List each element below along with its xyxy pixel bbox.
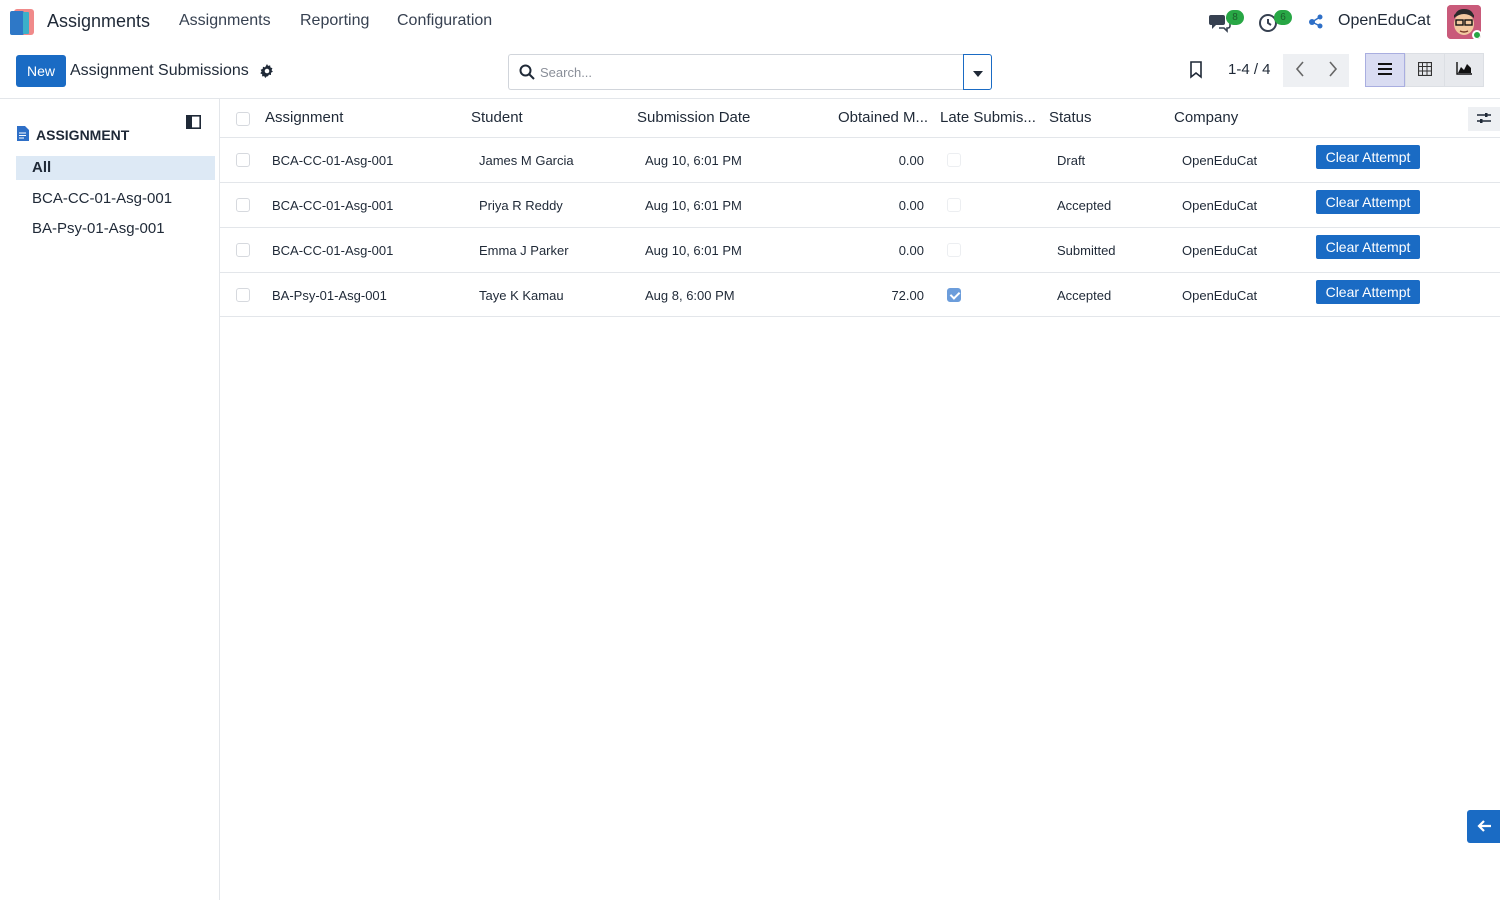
cell-obtained-marks: 0.00 bbox=[898, 243, 924, 258]
menu-configuration[interactable]: Configuration bbox=[397, 12, 492, 30]
new-button[interactable]: New bbox=[16, 55, 66, 87]
cell-assignment: BCA-CC-01-Asg-001 bbox=[272, 198, 394, 213]
search-input[interactable] bbox=[540, 62, 940, 82]
cell-company: OpenEduCat bbox=[1182, 198, 1258, 213]
list-icon bbox=[1378, 62, 1392, 78]
pager-previous-button[interactable] bbox=[1283, 54, 1316, 87]
late-submission-checkbox bbox=[947, 288, 961, 302]
messages-badge: 8 bbox=[1226, 10, 1244, 25]
chevron-left-icon bbox=[1295, 61, 1305, 80]
user-avatar[interactable] bbox=[1447, 5, 1481, 39]
search-icon bbox=[519, 64, 535, 83]
sidebar-heading-label: ASSIGNMENT bbox=[36, 127, 130, 143]
table-row[interactable]: BA-Psy-01-Asg-001 Taye K Kamau Aug 8, 6:… bbox=[220, 273, 1500, 317]
sidebar-item-ba-psy-01-asg-001[interactable]: BA-Psy-01-Asg-001 bbox=[16, 217, 215, 241]
cell-student: James M Garcia bbox=[479, 153, 574, 168]
menu-reporting[interactable]: Reporting bbox=[300, 12, 369, 30]
cell-company: OpenEduCat bbox=[1182, 153, 1258, 168]
company-switch-icon[interactable] bbox=[1306, 11, 1330, 35]
pivot-view-button[interactable] bbox=[1405, 53, 1445, 87]
column-student[interactable]: Student bbox=[471, 109, 523, 126]
column-obtained-marks[interactable]: Obtained M... bbox=[838, 109, 928, 126]
cell-assignment: BCA-CC-01-Asg-001 bbox=[272, 243, 394, 258]
cell-student: Emma J Parker bbox=[479, 243, 569, 258]
pager-value[interactable]: 1-4 / 4 bbox=[1228, 61, 1271, 78]
late-submission-checkbox bbox=[947, 198, 961, 212]
gear-icon[interactable] bbox=[260, 64, 274, 81]
column-late-submission[interactable]: Late Submis... bbox=[940, 109, 1036, 126]
clear-attempt-button[interactable]: Clear Attempt bbox=[1316, 280, 1420, 304]
late-submission-checkbox bbox=[947, 153, 961, 167]
column-submission-date[interactable]: Submission Date bbox=[637, 109, 750, 126]
list-view-button[interactable] bbox=[1365, 53, 1405, 87]
search-panel-sidebar: ASSIGNMENT All BCA-CC-01-Asg-001 BA-Psy-… bbox=[0, 99, 220, 900]
app-logo-icon[interactable] bbox=[10, 9, 36, 37]
clear-attempt-button[interactable]: Clear Attempt bbox=[1316, 235, 1420, 259]
cell-assignment: BA-Psy-01-Asg-001 bbox=[272, 288, 387, 303]
cell-company: OpenEduCat bbox=[1182, 243, 1258, 258]
cell-submission-date: Aug 10, 6:01 PM bbox=[645, 153, 742, 168]
cell-status: Draft bbox=[1057, 153, 1086, 168]
graph-view-button[interactable] bbox=[1444, 53, 1484, 87]
app-name[interactable]: Assignments bbox=[47, 11, 150, 32]
sliders-icon bbox=[1477, 111, 1491, 127]
menu-assignments[interactable]: Assignments bbox=[179, 12, 271, 30]
area-chart-icon bbox=[1456, 62, 1472, 78]
cell-student: Priya R Reddy bbox=[479, 198, 563, 213]
chevron-right-icon bbox=[1328, 61, 1338, 80]
top-navbar: Assignments Assignments Reporting Config… bbox=[0, 0, 1500, 44]
sidebar-collapse-icon[interactable] bbox=[186, 115, 201, 132]
bookmark-icon[interactable] bbox=[1188, 61, 1204, 82]
cell-submission-date: Aug 10, 6:01 PM bbox=[645, 198, 742, 213]
clear-attempt-button[interactable]: Clear Attempt bbox=[1316, 190, 1420, 214]
caret-down-icon bbox=[972, 64, 983, 80]
page-title: Assignment Submissions bbox=[70, 62, 249, 79]
column-company[interactable]: Company bbox=[1174, 109, 1238, 126]
search-options-toggle[interactable] bbox=[963, 54, 992, 90]
select-all-checkbox[interactable] bbox=[236, 112, 250, 126]
table-grid-icon bbox=[1417, 61, 1433, 79]
row-checkbox[interactable] bbox=[236, 153, 250, 167]
cell-obtained-marks: 0.00 bbox=[898, 198, 924, 213]
cell-status: Accepted bbox=[1057, 198, 1112, 213]
cell-submission-date: Aug 8, 6:00 PM bbox=[645, 288, 735, 303]
clear-attempt-button[interactable]: Clear Attempt bbox=[1316, 145, 1420, 169]
late-submission-checkbox bbox=[947, 243, 961, 257]
cell-obtained-marks: 72.00 bbox=[891, 288, 924, 303]
document-icon bbox=[16, 126, 29, 144]
row-checkbox[interactable] bbox=[236, 288, 250, 302]
cell-student: Taye K Kamau bbox=[479, 288, 564, 303]
table-row[interactable]: BCA-CC-01-Asg-001 Priya R Reddy Aug 10, … bbox=[220, 183, 1500, 228]
cell-assignment: BCA-CC-01-Asg-001 bbox=[272, 153, 394, 168]
optional-columns-toggle[interactable] bbox=[1468, 107, 1500, 131]
row-checkbox[interactable] bbox=[236, 198, 250, 212]
side-panel-toggle-button[interactable] bbox=[1467, 810, 1500, 843]
online-status-dot bbox=[1472, 30, 1481, 39]
table-row[interactable]: BCA-CC-01-Asg-001 Emma J Parker Aug 10, … bbox=[220, 228, 1500, 273]
table-row[interactable]: BCA-CC-01-Asg-001 James M Garcia Aug 10,… bbox=[220, 138, 1500, 183]
row-checkbox[interactable] bbox=[236, 243, 250, 257]
arrow-left-icon bbox=[1476, 819, 1491, 835]
list-header: Assignment Student Submission Date Obtai… bbox=[220, 99, 1500, 138]
cell-status: Accepted bbox=[1057, 288, 1112, 303]
cell-submission-date: Aug 10, 6:01 PM bbox=[645, 243, 742, 258]
column-status[interactable]: Status bbox=[1049, 109, 1092, 126]
activities-badge: 6 bbox=[1274, 10, 1292, 25]
cell-obtained-marks: 0.00 bbox=[898, 153, 924, 168]
sidebar-item-all[interactable]: All bbox=[16, 156, 215, 180]
search-bar bbox=[508, 54, 964, 90]
pager-next-button[interactable] bbox=[1316, 54, 1349, 87]
cell-company: OpenEduCat bbox=[1182, 288, 1258, 303]
column-assignment[interactable]: Assignment bbox=[265, 109, 343, 126]
sidebar-item-bca-cc-01-asg-001[interactable]: BCA-CC-01-Asg-001 bbox=[16, 187, 215, 211]
company-name[interactable]: OpenEduCat bbox=[1338, 12, 1431, 30]
sidebar-heading: ASSIGNMENT bbox=[16, 126, 129, 144]
cell-status: Submitted bbox=[1057, 243, 1116, 258]
